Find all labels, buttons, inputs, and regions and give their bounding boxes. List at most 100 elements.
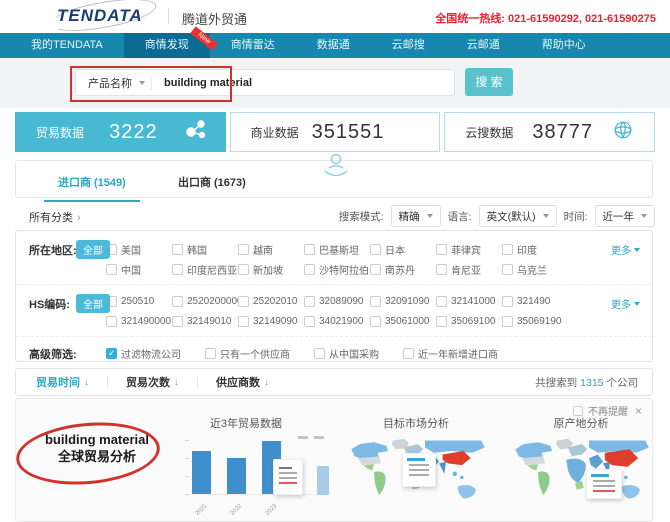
chevron-down-icon	[542, 214, 549, 218]
checkbox-label: 321490	[517, 295, 551, 307]
search-bar: 产品名称	[75, 69, 455, 96]
filter-checkbox[interactable]: 32091090	[370, 295, 436, 307]
filter-checkbox[interactable]: 中国	[106, 262, 172, 277]
checkbox-icon	[238, 263, 249, 275]
filter-checkbox[interactable]: 321490000...	[106, 315, 172, 327]
result-count: 共搜索到 1315 个公司	[535, 375, 652, 390]
filter-checkbox[interactable]: 35061000	[370, 315, 436, 327]
world-map	[515, 438, 649, 499]
checkbox-label: 32141000	[451, 295, 496, 307]
checkbox-label: 肯尼亚	[451, 265, 481, 277]
filter-checkbox[interactable]: 日本	[370, 242, 436, 257]
hs-code-label: HS编码:	[29, 299, 70, 311]
chevron-down-icon	[641, 214, 647, 218]
search-button[interactable]: 搜 索	[465, 68, 513, 96]
advanced-checkbox[interactable]: 过滤物流公司	[106, 346, 181, 361]
advanced-checkbox[interactable]: 只有一个供应商	[205, 346, 290, 361]
advanced-checkbox[interactable]: 近一年新增进口商	[403, 346, 498, 361]
language-select[interactable]: 英文(默认)	[478, 205, 557, 227]
checkbox-label: 菲律宾	[451, 245, 481, 257]
sort-bar: 贸易时间 ↓ 贸易次数 ↓ 供应商数 ↓ 共搜索到 1315 个公司	[15, 368, 653, 396]
filter-checkbox[interactable]: 巴基斯坦	[304, 242, 370, 257]
filter-checkbox[interactable]: 越南	[238, 242, 304, 257]
nav-item-云邮通[interactable]: 云邮通	[446, 33, 521, 58]
importer-exporter-tabs: 进口商 (1549) 出口商 (1673)	[15, 153, 653, 202]
search-category-dropdown[interactable]: 产品名称	[76, 75, 139, 91]
checkbox-label: 25202010	[253, 295, 298, 307]
nav-item-商情发现[interactable]: 商情发现 New	[123, 26, 218, 58]
nav-item-商情雷达[interactable]: 商情雷达	[210, 33, 296, 58]
sort-贸易时间[interactable]: 贸易时间 ↓	[16, 374, 107, 390]
advanced-checkbox[interactable]: 从中国采购	[314, 346, 379, 361]
filter-checkbox[interactable]: 321490	[502, 295, 568, 307]
filter-checkbox[interactable]: 南苏丹	[370, 262, 436, 277]
search-divider	[151, 75, 152, 90]
checkbox-label: 韩国	[187, 245, 207, 257]
filter-checkbox[interactable]: 250510	[106, 295, 172, 307]
search-mode-select[interactable]: 精确	[390, 205, 441, 227]
checkbox-icon	[172, 263, 183, 275]
checkbox-label: 250510	[121, 295, 155, 307]
filter-checkbox[interactable]: 新加坡	[238, 262, 304, 277]
filter-checkbox[interactable]: 2520200000	[172, 295, 238, 307]
filter-checkbox[interactable]: 沙特阿拉伯	[304, 262, 370, 277]
panel-title-target-market: 目标市场分析	[383, 418, 449, 430]
target-market-map[interactable]	[344, 437, 492, 509]
nav-item-帮助中心[interactable]: 帮助中心	[521, 33, 607, 58]
filter-checkbox[interactable]: 美国	[106, 242, 172, 257]
sort-desc-icon: ↓	[174, 376, 179, 388]
filter-checkbox[interactable]: 32141000	[436, 295, 502, 307]
advanced-filter-label: 高级筛选:	[29, 349, 77, 361]
hs-code-more-link[interactable]: 更多	[611, 296, 640, 311]
nav: 我的TENDATA 商情发现 New 商情雷达 数据通 云邮搜 云邮通 帮助中心	[0, 26, 670, 58]
filter-checkbox[interactable]: 肯尼亚	[436, 262, 502, 277]
tab-count: (1673)	[214, 177, 246, 189]
stat-trade-data[interactable]: 贸易数据 3222	[15, 112, 226, 152]
checkbox-label: 新加坡	[253, 265, 283, 277]
filter-checkbox[interactable]: 32089090	[304, 295, 370, 307]
filter-checkbox[interactable]: 印度尼西亚	[172, 262, 238, 277]
region-all-button[interactable]: 全部	[76, 240, 110, 259]
search-input[interactable]	[162, 75, 454, 90]
chevron-right-icon: ›	[77, 212, 81, 224]
filter-checkbox[interactable]: 印度	[502, 242, 568, 257]
language-value: 英文(默认)	[486, 210, 536, 223]
checkbox-label: 只有一个供应商	[220, 349, 290, 361]
filter-checkbox[interactable]: 35069100	[436, 315, 502, 327]
filter-checkbox[interactable]: 32149090	[238, 315, 304, 327]
checkbox-icon	[238, 243, 249, 255]
tab-exporters[interactable]: 出口商 (1673)	[178, 174, 246, 190]
filter-checkbox[interactable]: 32149010	[172, 315, 238, 327]
checkbox-row: 321490000... 32149010 32149090 34021900 3506…	[106, 311, 614, 331]
checkbox-label: 32149010	[187, 315, 232, 327]
time-select[interactable]: 近一年	[594, 205, 655, 227]
region-more-link[interactable]: 更多	[611, 242, 640, 257]
customer-service-icon[interactable]	[319, 149, 353, 181]
checkbox-icon[interactable]	[572, 405, 583, 416]
checkbox-icon	[304, 295, 315, 307]
origin-map[interactable]	[506, 437, 652, 509]
nav-item-数据通[interactable]: 数据通	[296, 33, 371, 58]
sort-贸易次数[interactable]: 贸易次数 ↓	[108, 374, 197, 390]
stat-cloud-search-data[interactable]: 云搜数据 38777	[444, 112, 656, 152]
trade-bar-chart[interactable]: 2021 2022 2023	[184, 433, 334, 519]
filter-checkbox[interactable]: 乌克兰	[502, 262, 568, 277]
x-tick-label: 2023	[264, 503, 279, 517]
hotline-text: 全国统一热线: 021-61590292, 021-61590275	[435, 13, 656, 25]
filter-checkbox[interactable]: 34021900	[304, 315, 370, 327]
hs-code-all-button[interactable]: 全部	[76, 294, 110, 313]
all-categories-link[interactable]: 所有分类 ›	[29, 209, 81, 225]
checkbox-label: 美国	[121, 245, 141, 257]
tendata-logo[interactable]: TENDATA	[47, 0, 159, 38]
nav-item-我的TENDATA[interactable]: 我的TENDATA	[10, 33, 124, 58]
filter-checkbox[interactable]: 25202010	[238, 295, 304, 307]
filter-checkbox[interactable]: 35069190	[502, 315, 568, 327]
nav-item-云邮搜[interactable]: 云邮搜	[371, 33, 446, 58]
sort-供应商数[interactable]: 供应商数 ↓	[198, 374, 287, 390]
filter-checkbox[interactable]: 菲律宾	[436, 242, 502, 257]
checkbox-icon	[238, 295, 249, 307]
stat-business-data[interactable]: 商业数据 351551	[229, 112, 441, 152]
filter-checkbox[interactable]: 韩国	[172, 242, 238, 257]
tab-importers[interactable]: 进口商 (1549)	[44, 174, 140, 202]
search-mode-label: 搜索模式:	[338, 210, 384, 223]
